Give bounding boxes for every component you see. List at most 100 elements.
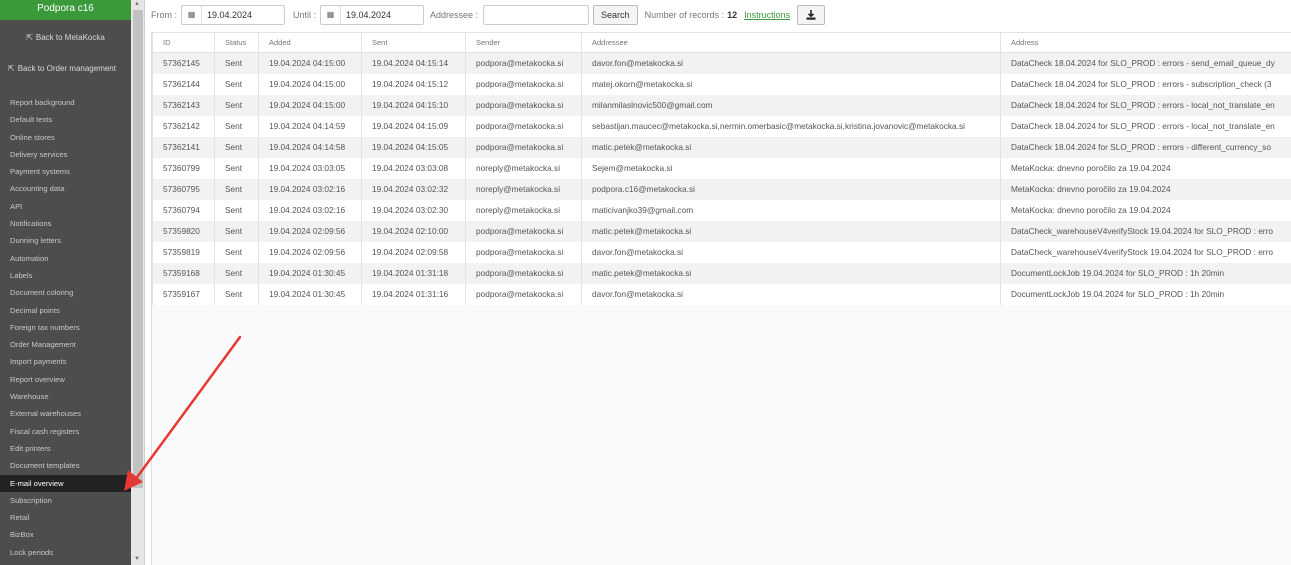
back-to-order-management-label: Back to Order management (17, 63, 116, 73)
column-header-sent[interactable]: Sent (361, 32, 466, 53)
table-row[interactable]: 57362144 Sent 19.04.2024 04:15:00 19.04.202… (152, 73, 1291, 95)
until-label: Until : (293, 10, 317, 20)
cell-added: 19.04.2024 03:02:16 (258, 199, 362, 221)
sidebar-item-subscription[interactable]: Subscription (0, 492, 131, 509)
from-date-input[interactable] (202, 6, 282, 24)
table-row[interactable]: 57360794 Sent 19.04.2024 03:02:16 19.04.202… (152, 199, 1291, 221)
column-header-id[interactable]: ID (152, 32, 215, 53)
cell-id: 57362143 (152, 94, 215, 116)
sidebar-item-online-stores[interactable]: Online stores (0, 129, 131, 146)
cell-sent: 19.04.2024 02:09:58 (361, 241, 466, 263)
table-row[interactable]: 57359167 Sent 19.04.2024 01:30:45 19.04.202… (152, 283, 1291, 305)
cell-sent: 19.04.2024 04:15:09 (361, 115, 466, 137)
table-row[interactable]: 57360799 Sent 19.04.2024 03:03:05 19.04.202… (152, 157, 1291, 179)
cell-status: Sent (214, 52, 259, 74)
cell-status: Sent (214, 199, 259, 221)
cell-addressee: matic.petek@metakocka.si (581, 262, 1001, 284)
sidebar-item-api[interactable]: API (0, 198, 131, 215)
sidebar-item-e-mail-overview[interactable]: E-mail overview (0, 474, 131, 492)
back-to-order-management-link[interactable]: ⇱ Back to Order management (0, 63, 131, 73)
sidebar-item-retail[interactable]: Retail (0, 509, 131, 526)
sidebar-item-report-overview[interactable]: Report overview (0, 371, 131, 388)
sidebar-item-delivery-services[interactable]: Delivery services (0, 146, 131, 163)
column-header-status[interactable]: Status (214, 32, 259, 53)
cell-address: DataCheck 18.04.2024 for SLO_PROD : erro… (1000, 52, 1291, 74)
cell-status: Sent (214, 220, 259, 242)
from-date-field[interactable]: ▦ (181, 5, 285, 25)
cell-added: 19.04.2024 01:30:45 (258, 262, 362, 284)
cell-address: DataCheck 18.04.2024 for SLO_PROD : erro… (1000, 115, 1291, 137)
sidebar-item-order-management[interactable]: Order Management (0, 336, 131, 353)
table-row[interactable]: 57359820 Sent 19.04.2024 02:09:56 19.04.202… (152, 220, 1291, 242)
cell-id: 57360799 (152, 157, 215, 179)
search-button[interactable]: Search (593, 5, 638, 25)
cell-addressee: davor.fon@metakocka.si (581, 52, 1001, 74)
table-row[interactable]: 57362141 Sent 19.04.2024 04:14:58 19.04.202… (152, 136, 1291, 158)
cell-status: Sent (214, 157, 259, 179)
cell-id: 57362142 (152, 115, 215, 137)
cell-address: MetaKocka: dnevno poročilo za 19.04.2024 (1000, 199, 1291, 221)
download-button[interactable] (797, 5, 826, 25)
brand-title[interactable]: Podpora c16 (0, 0, 131, 20)
sidebar-item-bizbox[interactable]: BizBox (0, 526, 131, 543)
sidebar-item-report-background[interactable]: Report background (0, 94, 131, 111)
addressee-input[interactable] (483, 5, 590, 25)
sidebar-item-external-warehouses[interactable]: External warehouses (0, 405, 131, 422)
sidebar-item-lock-periods[interactable]: Lock periods (0, 544, 131, 561)
table-row[interactable]: 57359819 Sent 19.04.2024 02:09:56 19.04.202… (152, 241, 1291, 263)
back-to-metakocka-link[interactable]: ⇱ Back to MetaKocka (0, 32, 131, 42)
cell-address: MetaKocka: dnevno poročilo za 19.04.2024 (1000, 157, 1291, 179)
cell-added: 19.04.2024 04:15:00 (258, 73, 362, 95)
table-row[interactable]: 57362142 Sent 19.04.2024 04:14:59 19.04.202… (152, 115, 1291, 137)
cell-id: 57360794 (152, 199, 215, 221)
cell-address: DataCheck 18.04.2024 for SLO_PROD : erro… (1000, 136, 1291, 158)
table-row[interactable]: 57362143 Sent 19.04.2024 04:15:00 19.04.202… (152, 94, 1291, 116)
cell-status: Sent (214, 178, 259, 200)
sidebar-item-labels[interactable]: Labels (0, 267, 131, 284)
sidebar-item-payment-systems[interactable]: Payment systems (0, 163, 131, 180)
scroll-up-arrow-icon[interactable]: ▲ (134, 1, 140, 7)
sidebar-item-dunning-letters[interactable]: Dunning letters (0, 232, 131, 249)
cell-addressee: davor.fon@metakocka.si (581, 283, 1001, 305)
sidebar-item-fiscal-cash-registers[interactable]: Fiscal cash registers (0, 423, 131, 440)
instructions-link[interactable]: Instructions (744, 10, 790, 20)
sidebar-item-document-templates[interactable]: Document templates (0, 457, 131, 474)
table-header-row: ID Status Added Sent Sender Addressee Address (152, 32, 1291, 53)
cell-addressee: podpora.c16@metakocka.si (581, 178, 1001, 200)
column-header-address[interactable]: Address (1000, 32, 1291, 53)
table-row[interactable]: 57359168 Sent 19.04.2024 01:30:45 19.04.202… (152, 262, 1291, 284)
column-header-sender[interactable]: Sender (465, 32, 582, 53)
cell-address: DataCheck_warehouseV4verifyStock 19.04.2… (1000, 241, 1291, 263)
sidebar-item-import-payments[interactable]: Import payments (0, 353, 131, 370)
cell-added: 19.04.2024 01:30:45 (258, 283, 362, 305)
cell-sender: podpora@metakocka.si (465, 136, 582, 158)
sidebar-item-decimal-points[interactable]: Decimal points (0, 302, 131, 319)
cell-addressee: sebastijan.maucec@metakocka.si,nermin.om… (581, 115, 1001, 137)
sidebar-item-foreign-tax-numbers[interactable]: Foreign tax numbers (0, 319, 131, 336)
cell-added: 19.04.2024 03:02:16 (258, 178, 362, 200)
sidebar-item-document-coloring[interactable]: Document coloring (0, 284, 131, 301)
sidebar-item-edit-printers[interactable]: Edit printers (0, 440, 131, 457)
scrollbar-thumb[interactable] (133, 10, 143, 488)
calendar-icon[interactable]: ▦ (182, 6, 202, 24)
filter-toolbar: From : ▦ Until : ▦ Addressee : Search Nu… (151, 5, 826, 25)
column-header-added[interactable]: Added (258, 32, 362, 53)
cell-sender: podpora@metakocka.si (465, 283, 582, 305)
until-date-input[interactable] (341, 6, 422, 24)
cell-addressee: Sejem@metakocka.si (581, 157, 1001, 179)
calendar-icon[interactable]: ▦ (321, 6, 342, 24)
until-date-field[interactable]: ▦ (320, 5, 425, 25)
table-row[interactable]: 57362145 Sent 19.04.2024 04:15:00 19.04.202… (152, 52, 1291, 74)
cell-sender: podpora@metakocka.si (465, 73, 582, 95)
column-header-addressee[interactable]: Addressee (581, 32, 1001, 53)
sidebar-item-notifications[interactable]: Notifications (0, 215, 131, 232)
cell-sent: 19.04.2024 03:02:30 (361, 199, 466, 221)
table-row[interactable]: 57360795 Sent 19.04.2024 03:02:16 19.04.202… (152, 178, 1291, 200)
cell-addressee: matej.okorn@metakocka.si (581, 73, 1001, 95)
scroll-down-arrow-icon[interactable]: ▼ (134, 556, 140, 562)
cell-sender: podpora@metakocka.si (465, 52, 582, 74)
sidebar-item-warehouse[interactable]: Warehouse (0, 388, 131, 405)
sidebar-item-accounting-data[interactable]: Accounting data (0, 180, 131, 197)
sidebar-item-default-texts[interactable]: Default texts (0, 111, 131, 128)
sidebar-item-automation[interactable]: Automation (0, 250, 131, 267)
